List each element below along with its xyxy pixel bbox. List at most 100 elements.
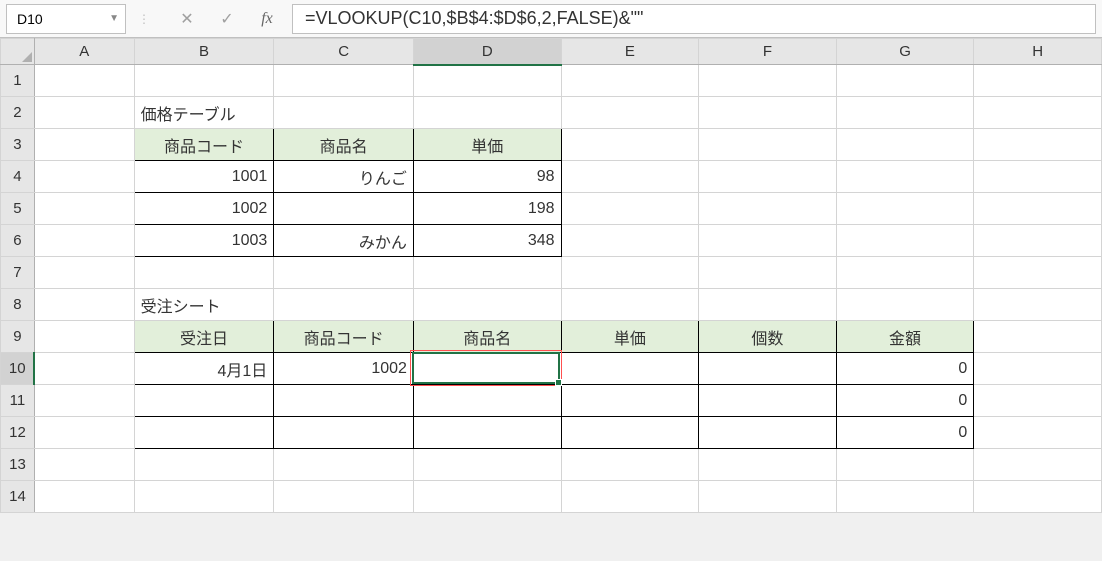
- cell-C14[interactable]: [274, 481, 414, 513]
- cell-G7[interactable]: [836, 257, 974, 289]
- cell-F7[interactable]: [699, 257, 837, 289]
- col-header-F[interactable]: F: [699, 39, 837, 65]
- cell-E3[interactable]: [561, 129, 699, 161]
- cell-A6[interactable]: [34, 225, 134, 257]
- cell-D11[interactable]: [413, 385, 561, 417]
- row-header-14[interactable]: 14: [1, 481, 35, 513]
- cell-C9[interactable]: 商品コード: [274, 321, 414, 353]
- cell-E14[interactable]: [561, 481, 699, 513]
- cell-H9[interactable]: [974, 321, 1102, 353]
- cell-F10[interactable]: [699, 353, 837, 385]
- cell-H2[interactable]: [974, 97, 1102, 129]
- cell-E12[interactable]: [561, 417, 699, 449]
- cell-D1[interactable]: [413, 65, 561, 97]
- cell-E5[interactable]: [561, 193, 699, 225]
- cell-G12[interactable]: 0: [836, 417, 974, 449]
- cell-C1[interactable]: [274, 65, 414, 97]
- cell-H4[interactable]: [974, 161, 1102, 193]
- cell-D13[interactable]: [413, 449, 561, 481]
- cell-H8[interactable]: [974, 289, 1102, 321]
- cell-A11[interactable]: [34, 385, 134, 417]
- cell-B9[interactable]: 受注日: [134, 321, 274, 353]
- fx-icon[interactable]: fx: [256, 8, 278, 30]
- cell-D6[interactable]: 348: [413, 225, 561, 257]
- cell-A13[interactable]: [34, 449, 134, 481]
- cell-D2[interactable]: [413, 97, 561, 129]
- cell-B7[interactable]: [134, 257, 274, 289]
- cell-B8[interactable]: 受注シート: [134, 289, 274, 321]
- cell-C12[interactable]: [274, 417, 414, 449]
- cell-B10[interactable]: 4月1日: [134, 353, 274, 385]
- cancel-icon[interactable]: ✕: [176, 8, 198, 30]
- cell-F2[interactable]: [699, 97, 837, 129]
- cell-F1[interactable]: [699, 65, 837, 97]
- cell-E7[interactable]: [561, 257, 699, 289]
- col-header-C[interactable]: C: [274, 39, 414, 65]
- select-all-corner[interactable]: [1, 39, 35, 65]
- cell-C6[interactable]: みかん: [274, 225, 414, 257]
- cell-D3[interactable]: 単価: [413, 129, 561, 161]
- row-header-10[interactable]: 10: [1, 353, 35, 385]
- cell-C3[interactable]: 商品名: [274, 129, 414, 161]
- cell-F13[interactable]: [699, 449, 837, 481]
- cell-D10[interactable]: [413, 353, 561, 385]
- cell-C11[interactable]: [274, 385, 414, 417]
- cell-F9[interactable]: 個数: [699, 321, 837, 353]
- cell-H5[interactable]: [974, 193, 1102, 225]
- cell-C10[interactable]: 1002: [274, 353, 414, 385]
- cell-G13[interactable]: [836, 449, 974, 481]
- check-icon[interactable]: ✓: [216, 8, 238, 30]
- cell-E9[interactable]: 単価: [561, 321, 699, 353]
- cell-B14[interactable]: [134, 481, 274, 513]
- cell-A4[interactable]: [34, 161, 134, 193]
- cell-G3[interactable]: [836, 129, 974, 161]
- cell-F6[interactable]: [699, 225, 837, 257]
- cell-C5[interactable]: [274, 193, 414, 225]
- cell-G6[interactable]: [836, 225, 974, 257]
- cell-G9[interactable]: 金額: [836, 321, 974, 353]
- cell-H14[interactable]: [974, 481, 1102, 513]
- cell-A7[interactable]: [34, 257, 134, 289]
- cell-D4[interactable]: 98: [413, 161, 561, 193]
- cell-F14[interactable]: [699, 481, 837, 513]
- row-header-9[interactable]: 9: [1, 321, 35, 353]
- cell-E4[interactable]: [561, 161, 699, 193]
- name-box[interactable]: D10 ▼: [6, 4, 126, 34]
- cell-C13[interactable]: [274, 449, 414, 481]
- row-header-2[interactable]: 2: [1, 97, 35, 129]
- cell-E11[interactable]: [561, 385, 699, 417]
- cell-E1[interactable]: [561, 65, 699, 97]
- cell-F4[interactable]: [699, 161, 837, 193]
- row-header-1[interactable]: 1: [1, 65, 35, 97]
- cell-C7[interactable]: [274, 257, 414, 289]
- cell-B3[interactable]: 商品コード: [134, 129, 274, 161]
- cell-H1[interactable]: [974, 65, 1102, 97]
- cell-B13[interactable]: [134, 449, 274, 481]
- row-header-12[interactable]: 12: [1, 417, 35, 449]
- cell-F8[interactable]: [699, 289, 837, 321]
- cell-H12[interactable]: [974, 417, 1102, 449]
- row-header-7[interactable]: 7: [1, 257, 35, 289]
- cell-E2[interactable]: [561, 97, 699, 129]
- cell-B6[interactable]: 1003: [134, 225, 274, 257]
- cell-G11[interactable]: 0: [836, 385, 974, 417]
- cell-F12[interactable]: [699, 417, 837, 449]
- cell-H13[interactable]: [974, 449, 1102, 481]
- cell-C8[interactable]: [274, 289, 414, 321]
- cell-C4[interactable]: りんご: [274, 161, 414, 193]
- cell-G2[interactable]: [836, 97, 974, 129]
- cell-E13[interactable]: [561, 449, 699, 481]
- cell-H7[interactable]: [974, 257, 1102, 289]
- cell-A14[interactable]: [34, 481, 134, 513]
- cell-A5[interactable]: [34, 193, 134, 225]
- cell-A1[interactable]: [34, 65, 134, 97]
- cell-B11[interactable]: [134, 385, 274, 417]
- cell-D9[interactable]: 商品名: [413, 321, 561, 353]
- cell-A10[interactable]: [34, 353, 134, 385]
- cell-D7[interactable]: [413, 257, 561, 289]
- cell-F3[interactable]: [699, 129, 837, 161]
- cell-B4[interactable]: 1001: [134, 161, 274, 193]
- cell-G1[interactable]: [836, 65, 974, 97]
- cell-H11[interactable]: [974, 385, 1102, 417]
- col-header-B[interactable]: B: [134, 39, 274, 65]
